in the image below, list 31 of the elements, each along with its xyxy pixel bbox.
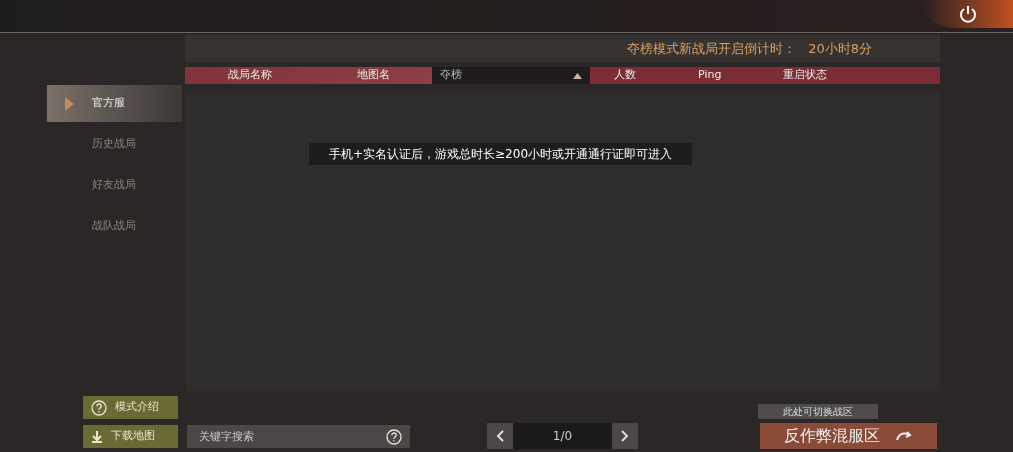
power-icon bbox=[959, 5, 977, 23]
chevron-right-icon bbox=[621, 430, 629, 442]
countdown-value: 20小时8分 bbox=[808, 39, 872, 58]
mode-dropdown[interactable]: 夺榜 bbox=[432, 67, 590, 84]
power-button[interactable] bbox=[923, 0, 1013, 28]
previous-page-button[interactable] bbox=[487, 423, 513, 449]
sidebar-tab[interactable]: 历史战局 bbox=[47, 126, 182, 163]
help-icon bbox=[386, 429, 402, 445]
column-header[interactable]: Ping bbox=[682, 67, 738, 84]
server-switch-button[interactable]: 反作弊混服区 bbox=[760, 423, 937, 449]
sidebar-tab[interactable]: 官方服 bbox=[47, 85, 182, 122]
mode-intro-button[interactable]: 模式介绍 bbox=[83, 396, 178, 419]
download-icon bbox=[91, 430, 103, 443]
column-header[interactable]: 人数 bbox=[598, 67, 652, 84]
page-indicator: 1/0 bbox=[552, 428, 573, 445]
chevron-left-icon bbox=[496, 430, 504, 442]
next-page-button[interactable] bbox=[612, 423, 638, 449]
column-header[interactable]: 地图名 bbox=[340, 67, 406, 84]
column-header[interactable]: 重启状态 bbox=[767, 67, 844, 84]
caret-icon bbox=[573, 72, 582, 79]
notice-text: 手机+实名认证后，游戏总时长≥200小时或开通通行证即可进入 bbox=[309, 143, 692, 165]
search-field[interactable]: 关键字搜索 bbox=[187, 425, 410, 448]
sidebar-tab[interactable]: 好友战局 bbox=[47, 167, 182, 204]
column-header[interactable]: 战局名称 bbox=[211, 67, 288, 84]
sidebar-tab[interactable]: 战队战局 bbox=[47, 208, 182, 245]
tooltip: 此处可切换战区 bbox=[758, 404, 878, 419]
download-map-button[interactable]: 下载地图 bbox=[83, 425, 178, 448]
switch-arrow-icon bbox=[895, 430, 913, 442]
countdown-label: 夺榜模式新战局开启倒计时： bbox=[627, 39, 797, 58]
triangle-icon bbox=[65, 96, 74, 111]
help-icon bbox=[91, 399, 107, 416]
